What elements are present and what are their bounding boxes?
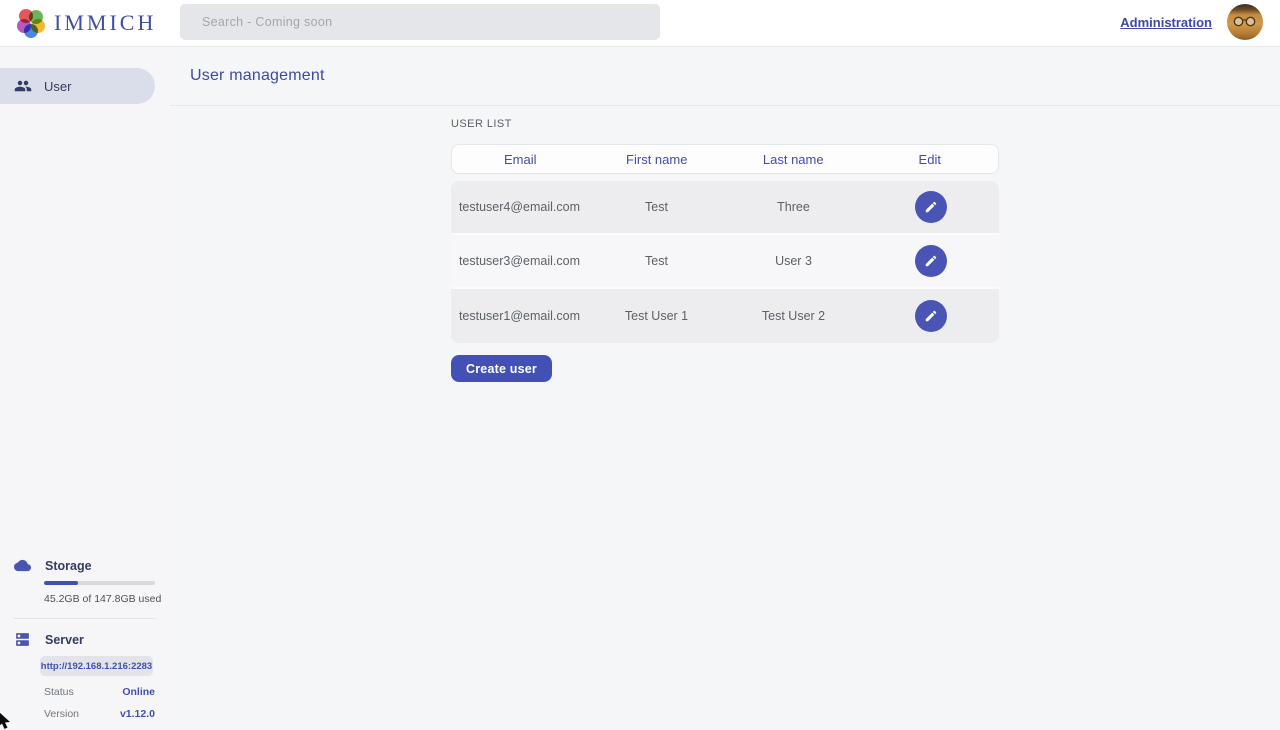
status-value: Online [122,686,155,698]
user-avatar[interactable] [1227,4,1263,40]
cell-email: testuser4@email.com [451,200,588,214]
page-title: User management [190,67,325,85]
storage-progress-bar [44,581,155,585]
edit-user-button[interactable] [915,300,947,332]
table-header-row: Email First name Last name Edit [451,144,999,174]
glasses-icon [1233,16,1257,27]
create-user-button[interactable]: Create user [451,355,552,382]
immich-admin-app: IMMICH Administration User [0,0,1280,730]
cell-email: testuser3@email.com [451,254,588,268]
column-header-last-name: Last name [725,152,862,167]
server-url: http://192.168.1.216:2283 [41,661,152,672]
cell-first-name: Test [588,200,725,214]
server-url-badge: http://192.168.1.216:2283 [40,656,153,676]
storage-progress-fill [44,581,78,585]
sidebar-footer: Storage 45.2GB of 147.8GB used Server ht… [0,557,170,720]
pencil-icon [924,200,938,214]
immich-logo-icon [16,8,46,38]
cell-last-name: User 3 [725,254,862,268]
logo-petal [17,19,31,33]
sidebar-divider [14,618,156,619]
user-list-section: USER LIST Email First name Last name Edi… [451,106,999,382]
table-body: testuser4@email.com Test Three t [451,181,999,343]
main-content: User management USER LIST Email First na… [170,47,1280,730]
sidebar: User Storage 45.2GB of 147.8GB used [0,47,170,730]
user-table: Email First name Last name Edit testuser… [451,144,999,343]
cell-last-name: Test User 2 [725,309,862,323]
cell-last-name: Three [725,200,862,214]
cell-first-name: Test User 1 [588,309,725,323]
edit-user-button[interactable] [915,191,947,223]
server-icon [14,631,31,648]
version-value: v1.12.0 [120,708,155,720]
page-header: User management [170,47,1280,106]
column-header-first-name: First name [589,152,726,167]
column-header-email: Email [452,152,589,167]
administration-link[interactable]: Administration [1120,15,1212,30]
server-status-row: Status Online [44,686,155,698]
cloud-icon [14,557,31,574]
mouse-cursor [0,711,13,730]
storage-title: Storage [45,559,92,573]
table-row: testuser1@email.com Test User 1 Test Use… [451,289,999,343]
pencil-icon [924,254,938,268]
status-label: Status [44,686,74,698]
column-header-edit: Edit [862,152,999,167]
cell-first-name: Test [588,254,725,268]
user-list-label: USER LIST [451,118,999,130]
brand-wordmark: IMMICH [54,10,156,36]
table-row: testuser3@email.com Test User 3 [451,235,999,289]
sidebar-item-user[interactable]: User [0,68,155,104]
edit-user-button[interactable] [915,245,947,277]
cell-email: testuser1@email.com [451,309,588,323]
server-title: Server [45,633,84,647]
storage-section-header: Storage [0,557,170,574]
search-input[interactable] [180,4,660,40]
users-icon [14,77,32,95]
sidebar-item-label: User [44,79,71,94]
brand[interactable]: IMMICH [16,6,156,40]
search-bar [180,4,660,40]
table-row: testuser4@email.com Test Three [451,181,999,235]
pencil-icon [924,309,938,323]
top-bar: IMMICH Administration [0,0,1280,47]
server-section-header: Server [0,631,170,648]
storage-usage-text: 45.2GB of 147.8GB used [44,593,170,605]
server-version-row: Version v1.12.0 [44,708,155,720]
version-label: Version [44,708,79,720]
